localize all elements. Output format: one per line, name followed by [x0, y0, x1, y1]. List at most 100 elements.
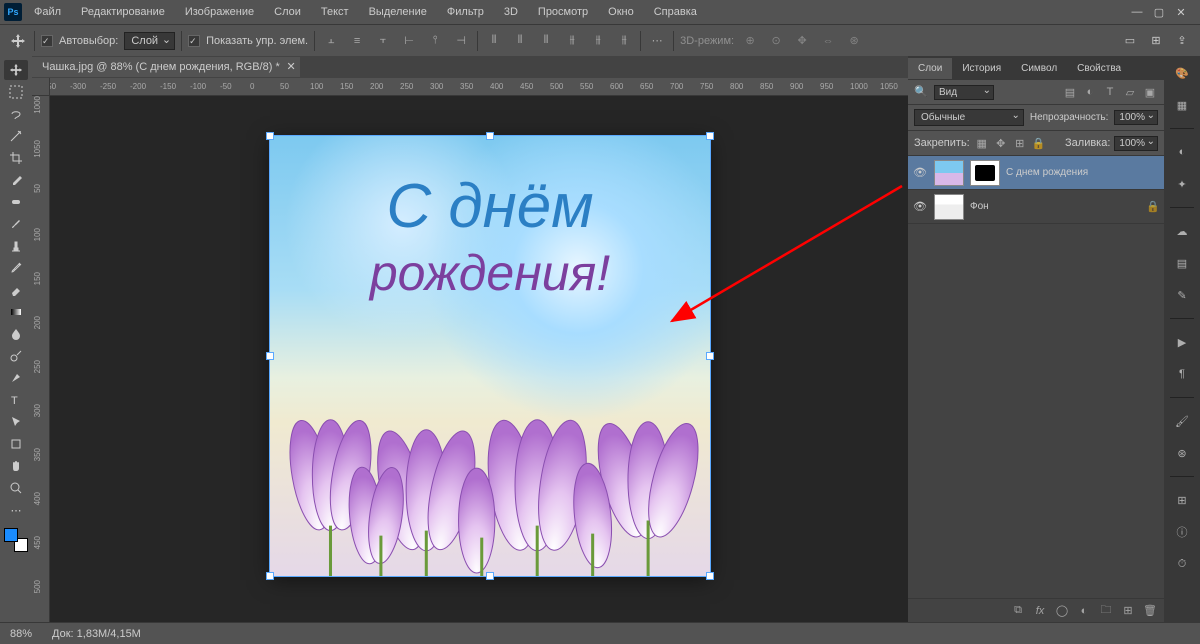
canvas-viewport[interactable]: С днём рождения!	[50, 96, 908, 622]
eraser-tool[interactable]	[4, 280, 28, 300]
group-icon[interactable]: 🗀	[1098, 603, 1114, 619]
close-tab-icon[interactable]: ✕	[287, 60, 296, 73]
dock-libraries-icon[interactable]: ☁	[1171, 220, 1193, 242]
fg-color[interactable]	[4, 528, 18, 542]
minimize-button[interactable]: —	[1130, 5, 1144, 19]
doc-size[interactable]: Док: 1,83M/4,15M	[52, 628, 141, 640]
ruler-vertical[interactable]: 1000105050100150200250300350400450500	[32, 96, 50, 622]
dock-clone-icon[interactable]: ⊛	[1171, 442, 1193, 464]
edit-toolbar[interactable]: ⋯	[4, 500, 28, 520]
layer-name[interactable]: С днем рождения	[1006, 167, 1088, 178]
menu-edit[interactable]: Редактирование	[73, 2, 173, 22]
marquee-tool[interactable]	[4, 82, 28, 102]
dock-swatches-icon[interactable]: ▦	[1171, 94, 1193, 116]
distribute-vcenter-icon[interactable]: ⫴	[510, 31, 530, 51]
autoselect-checkbox[interactable]	[41, 35, 53, 47]
filter-shape-icon[interactable]: ▱	[1122, 84, 1138, 100]
eyedropper-tool[interactable]	[4, 170, 28, 190]
layer-row[interactable]: 👁 Фон 🔒	[908, 190, 1164, 224]
visibility-toggle[interactable]: 👁	[912, 166, 928, 179]
distribute-top-icon[interactable]: ⫴	[484, 31, 504, 51]
fill-value[interactable]: 100%	[1114, 136, 1158, 151]
align-hcenter-icon[interactable]: ⫯	[425, 31, 445, 51]
dodge-tool[interactable]	[4, 346, 28, 366]
shape-tool[interactable]	[4, 434, 28, 454]
delete-layer-icon[interactable]: 🗑	[1142, 603, 1158, 619]
lock-pixels-icon[interactable]: ▦	[974, 135, 990, 151]
menu-file[interactable]: Файл	[26, 2, 69, 22]
lock-position-icon[interactable]: ✥	[993, 135, 1009, 151]
menu-text[interactable]: Текст	[313, 2, 357, 22]
heal-tool[interactable]	[4, 192, 28, 212]
menu-view[interactable]: Просмотр	[530, 2, 596, 22]
brush-tool[interactable]	[4, 214, 28, 234]
search-icon[interactable]: 🔍	[914, 85, 928, 99]
layer-thumbnail[interactable]	[934, 160, 964, 186]
distribute-bottom-icon[interactable]: ⫴	[536, 31, 556, 51]
menu-select[interactable]: Выделение	[361, 2, 435, 22]
menu-3d[interactable]: 3D	[496, 2, 526, 22]
dock-nav-icon[interactable]: ⊞	[1171, 489, 1193, 511]
dock-adjustments-icon[interactable]: ◐	[1171, 141, 1193, 163]
align-top-icon[interactable]: ⫠	[321, 31, 341, 51]
link-layers-icon[interactable]: ⧉	[1010, 603, 1026, 619]
filter-adjust-icon[interactable]: ◐	[1082, 84, 1098, 100]
layer-row[interactable]: 👁 С днем рождения	[908, 156, 1164, 190]
menu-help[interactable]: Справка	[646, 2, 705, 22]
autoselect-dropdown[interactable]: Слой	[124, 32, 175, 50]
layer-kind-dropdown[interactable]: Вид	[934, 85, 994, 100]
filter-type-icon[interactable]: T	[1102, 84, 1118, 100]
stamp-tool[interactable]	[4, 236, 28, 256]
menu-image[interactable]: Изображение	[177, 2, 262, 22]
history-brush-tool[interactable]	[4, 258, 28, 278]
filter-smart-icon[interactable]: ▣	[1142, 84, 1158, 100]
zoom-tool[interactable]	[4, 478, 28, 498]
lock-artboard-icon[interactable]: ⊞	[1012, 135, 1028, 151]
workspace-icon[interactable]: ▭	[1120, 31, 1140, 51]
align-left-icon[interactable]: ⊢	[399, 31, 419, 51]
crop-tool[interactable]	[4, 148, 28, 168]
move-tool[interactable]	[4, 60, 28, 80]
color-swatches[interactable]	[4, 528, 28, 552]
tab-history[interactable]: История	[952, 58, 1011, 79]
menu-filter[interactable]: Фильтр	[439, 2, 492, 22]
distribute-left-icon[interactable]: ⫵	[562, 31, 582, 51]
tab-layers[interactable]: Слои	[908, 58, 952, 79]
dock-paths-icon[interactable]: ✎	[1171, 284, 1193, 306]
dock-brush-icon[interactable]: 🖌	[1171, 410, 1193, 432]
align-bottom-icon[interactable]: ⫟	[373, 31, 393, 51]
new-layer-icon[interactable]: ⊞	[1120, 603, 1136, 619]
distribute-right-icon[interactable]: ⫵	[614, 31, 634, 51]
document-tab[interactable]: Чашка.jpg @ 88% (С днем рождения, RGB/8)…	[32, 57, 300, 77]
visibility-toggle[interactable]: 👁	[912, 200, 928, 213]
layer-mask-thumbnail[interactable]	[970, 160, 1000, 186]
blur-tool[interactable]	[4, 324, 28, 344]
dock-channels-icon[interactable]: ▤	[1171, 252, 1193, 274]
mask-icon[interactable]: ◯	[1054, 603, 1070, 619]
arrange-icon[interactable]: ⊞	[1146, 31, 1166, 51]
artboard[interactable]: С днём рождения!	[270, 136, 710, 576]
fx-icon[interactable]: fx	[1032, 603, 1048, 619]
close-button[interactable]: ✕	[1174, 5, 1188, 19]
ruler-horizontal[interactable]: -350-300-250-200-150-100-500501001502002…	[50, 78, 908, 96]
dock-info-icon[interactable]: ⓘ	[1171, 521, 1193, 543]
adjustment-icon[interactable]: ◐	[1076, 603, 1092, 619]
distribute-hcenter-icon[interactable]: ⫵	[588, 31, 608, 51]
align-right-icon[interactable]: ⊣	[451, 31, 471, 51]
layer-name[interactable]: Фон	[970, 201, 989, 212]
more-icon[interactable]: ⋯	[647, 31, 667, 51]
filter-pixel-icon[interactable]: ▤	[1062, 84, 1078, 100]
opacity-value[interactable]: 100%	[1114, 110, 1158, 125]
tab-properties[interactable]: Свойства	[1067, 58, 1131, 79]
tab-character[interactable]: Символ	[1011, 58, 1067, 79]
layer-thumbnail[interactable]	[934, 194, 964, 220]
show-controls-checkbox[interactable]	[188, 35, 200, 47]
type-tool[interactable]: T	[4, 390, 28, 410]
menu-layers[interactable]: Слои	[266, 2, 309, 22]
maximize-button[interactable]: ▢	[1152, 5, 1166, 19]
gradient-tool[interactable]	[4, 302, 28, 322]
wand-tool[interactable]	[4, 126, 28, 146]
dock-styles-icon[interactable]: ✦	[1171, 173, 1193, 195]
share-icon[interactable]: ⇪	[1172, 31, 1192, 51]
dock-color-icon[interactable]: 🎨	[1171, 62, 1193, 84]
